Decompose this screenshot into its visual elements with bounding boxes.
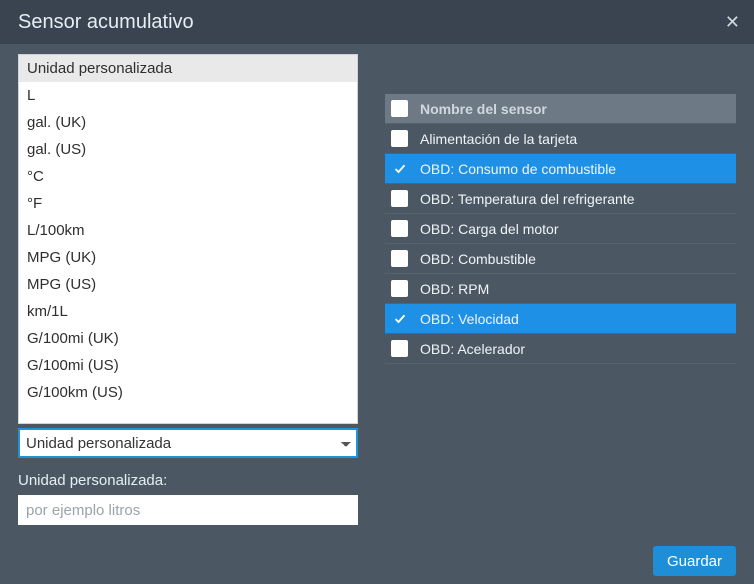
sensor-list: Nombre del sensor Alimentación de la tar…	[385, 94, 736, 364]
close-icon[interactable]: ✕	[725, 13, 740, 31]
unit-option[interactable]: km/1L	[19, 298, 357, 325]
unit-option[interactable]: MPG (US)	[19, 271, 357, 298]
checkbox-icon[interactable]	[391, 130, 408, 147]
checkbox-icon[interactable]	[391, 340, 408, 357]
sensor-row[interactable]: OBD: Consumo de combustible	[385, 154, 736, 184]
dialog-titlebar: Sensor acumulativo ✕	[0, 0, 754, 44]
unit-dropdown-list[interactable]: Unidad personalizadaLgal. (UK)gal. (US)°…	[18, 54, 358, 424]
sensor-label: OBD: RPM	[420, 281, 489, 297]
sensor-label: OBD: Acelerador	[420, 341, 525, 357]
unit-option[interactable]: Unidad personalizada	[19, 55, 357, 82]
unit-option[interactable]: gal. (UK)	[19, 109, 357, 136]
sensor-label: OBD: Carga del motor	[420, 221, 559, 237]
unit-option[interactable]: G/100mi (UK)	[19, 325, 357, 352]
checkbox-icon[interactable]	[391, 250, 408, 267]
unit-option[interactable]: G/100km (US)	[19, 379, 357, 406]
unit-option[interactable]: °F	[19, 190, 357, 217]
dialog-title: Sensor acumulativo	[18, 11, 194, 34]
sensor-label: Alimentación de la tarjeta	[420, 131, 577, 147]
sensor-row[interactable]: OBD: Acelerador	[385, 334, 736, 364]
sensor-row[interactable]: OBD: RPM	[385, 274, 736, 304]
sensor-row[interactable]: OBD: Temperatura del refrigerante	[385, 184, 736, 214]
sensor-list-header[interactable]: Nombre del sensor	[385, 94, 736, 124]
left-panel: Unidad personalizada Unidad personalizad…	[18, 428, 358, 525]
check-icon[interactable]	[391, 310, 408, 327]
sensor-label: OBD: Combustible	[420, 251, 536, 267]
checkbox-icon[interactable]	[391, 280, 408, 297]
unit-option[interactable]: °C	[19, 163, 357, 190]
unit-option[interactable]: L	[19, 82, 357, 109]
unit-option[interactable]: G/100mi (US)	[19, 352, 357, 379]
unit-select[interactable]: Unidad personalizada	[18, 428, 358, 458]
custom-unit-label: Unidad personalizada:	[18, 472, 358, 489]
sensor-row[interactable]: Alimentación de la tarjeta	[385, 124, 736, 154]
unit-option[interactable]: MPG (UK)	[19, 244, 357, 271]
dialog: Sensor acumulativo ✕ Nombre del sensor A…	[0, 0, 754, 584]
sensor-label: OBD: Temperatura del refrigerante	[420, 191, 635, 207]
sensor-header-label: Nombre del sensor	[420, 101, 547, 117]
checkbox-icon[interactable]	[391, 220, 408, 237]
sensor-label: OBD: Consumo de combustible	[420, 161, 616, 177]
check-icon[interactable]	[391, 160, 408, 177]
custom-unit-input[interactable]	[18, 495, 358, 525]
sensor-row[interactable]: OBD: Carga del motor	[385, 214, 736, 244]
sensor-row[interactable]: OBD: Velocidad	[385, 304, 736, 334]
sensor-row[interactable]: OBD: Combustible	[385, 244, 736, 274]
checkbox-icon[interactable]	[391, 100, 408, 117]
unit-option[interactable]: gal. (US)	[19, 136, 357, 163]
dialog-content: Nombre del sensor Alimentación de la tar…	[0, 44, 754, 538]
sensor-label: OBD: Velocidad	[420, 311, 519, 327]
dialog-footer: Guardar	[0, 538, 754, 584]
checkbox-icon[interactable]	[391, 190, 408, 207]
unit-option[interactable]: L/100km	[19, 217, 357, 244]
save-button[interactable]: Guardar	[653, 546, 736, 576]
